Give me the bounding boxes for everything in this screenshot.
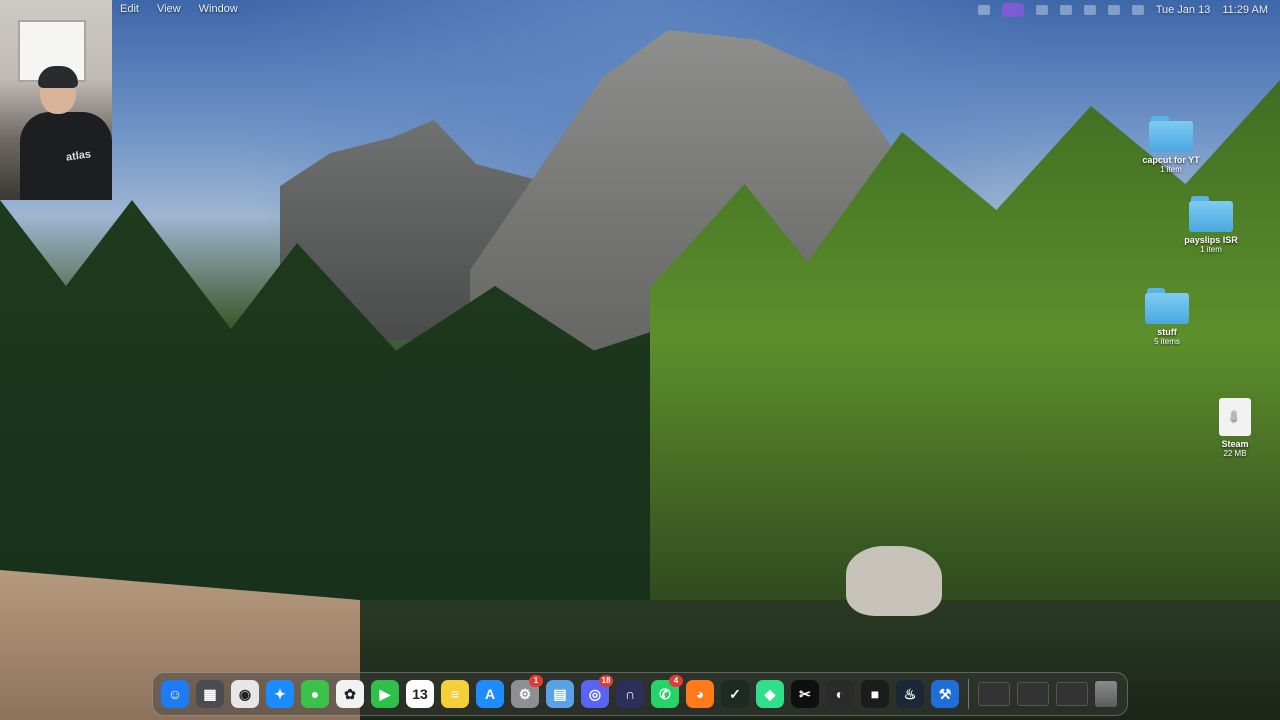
notification-badge: 18 <box>599 675 613 687</box>
recent-window-thumb-1[interactable] <box>978 682 1010 706</box>
desktop-icon-sub: 22 MB <box>1223 449 1247 458</box>
dock-app-icon: ▦ <box>203 685 217 702</box>
dock-app-discord[interactable]: ◎ 18 <box>581 675 613 708</box>
dock: ☺ ▦ ◉ ✦ ● ✿ ▶ 13 ≡ A ⚙ 1 ▤ ◎ 18 ∩ ✆ 4 ◕ ✓ ◆ ✂ ◐ ■ ♨ ⚒ <box>152 672 1128 716</box>
desktop-icon-label: capcut for YT <box>1142 155 1200 165</box>
status-icon-2[interactable] <box>1035 5 1048 15</box>
notification-badge: 1 <box>529 675 543 687</box>
trash-icon[interactable] <box>1095 681 1117 707</box>
dock-app-icon: ◎ <box>588 685 602 702</box>
notification-badge: 4 <box>669 675 683 687</box>
dock-app-finder[interactable]: ☺ <box>161 680 189 708</box>
dock-app-icon: ✦ <box>274 685 286 702</box>
menu-edit[interactable]: Edit <box>120 3 139 15</box>
desktop-icon-sub: 1 item <box>1200 245 1222 254</box>
dock-app-capcut[interactable]: ✂ <box>791 680 819 708</box>
dock-app-icon: ▤ <box>553 685 567 702</box>
desktop-folder-stuff[interactable]: stuff 5 items <box>1122 288 1212 346</box>
menubar-date[interactable]: Tue Jan 13 <box>1156 4 1211 16</box>
dock-app-steam[interactable]: ♨ <box>896 680 924 708</box>
desktop-wallpaper <box>0 0 1280 720</box>
menu-view[interactable]: View <box>157 3 181 15</box>
dock-app-launchpad[interactable]: ▦ <box>196 680 224 708</box>
dock-app-cursor[interactable]: ◆ <box>756 680 784 708</box>
dock-app-system-settings[interactable]: ⚙ 1 <box>511 675 543 708</box>
dock-app-icon: ◆ <box>764 685 776 702</box>
dock-app-icon: 13 <box>412 686 428 702</box>
dock-app-icon: ✆ <box>659 685 671 702</box>
folder-icon <box>1145 288 1189 324</box>
folder-icon <box>1149 116 1193 152</box>
desktop-icon-label: Steam <box>1221 439 1249 449</box>
status-icon-3[interactable] <box>1059 5 1072 15</box>
dock-app-icon: ✓ <box>729 685 741 702</box>
desktop-icon-sub: 5 items <box>1154 337 1180 346</box>
desktop-steam-dmg[interactable]: Steam 22 MB <box>1190 398 1280 458</box>
dock-app-icon: ● <box>310 686 320 702</box>
dock-app-whatsapp[interactable]: ✆ 4 <box>651 675 683 708</box>
battery-icon[interactable] <box>1131 5 1144 15</box>
dock-app-icon: ◉ <box>238 685 252 702</box>
desktop-icon-label: stuff <box>1157 327 1177 337</box>
dock-app-icon: ♨ <box>903 685 917 702</box>
disk-image-icon <box>1219 398 1251 436</box>
dock-app-icon: ⚙ <box>518 685 532 702</box>
dock-app-xcode-tool[interactable]: ⚒ <box>931 680 959 708</box>
dock-app-icon: ✿ <box>344 685 356 702</box>
status-icon-4[interactable] <box>1083 5 1096 15</box>
dock-app-facetime[interactable]: ▶ <box>371 680 399 708</box>
dock-app-capcut-helper[interactable]: ✓ <box>721 680 749 708</box>
recent-window-thumb-2[interactable] <box>1017 682 1049 706</box>
dock-app-icon: ▶ <box>379 685 391 702</box>
menubar-time[interactable]: 11:29 AM <box>1222 4 1268 16</box>
dock-app-photos[interactable]: ✿ <box>336 680 364 708</box>
menu-status-area: Tue Jan 13 11:29 AM <box>977 3 1268 17</box>
desktop-folder-payslips[interactable]: payslips ISR 1 item <box>1166 196 1256 254</box>
desktop-icon-sub: 1 item <box>1160 165 1182 174</box>
menu-left: Edit View Window <box>120 3 238 15</box>
dock-app-firefox[interactable]: ◕ <box>686 680 714 708</box>
status-icon-5[interactable] <box>1107 5 1120 15</box>
dock-app-notes[interactable]: ≡ <box>441 680 469 708</box>
status-icon-1[interactable] <box>977 5 990 15</box>
dock-app-icon: ⚒ <box>938 685 952 702</box>
dock-app-icon: ✂ <box>799 685 811 702</box>
dock-app-messages[interactable]: ● <box>301 680 329 708</box>
dock-app-calendar[interactable]: 13 <box>406 680 434 708</box>
dock-app-icon: A <box>484 686 496 702</box>
desktop-icon-label: payslips ISR <box>1184 235 1238 245</box>
dock-app-app-store[interactable]: A <box>476 680 504 708</box>
recent-window-thumb-3[interactable] <box>1056 682 1088 706</box>
menu-window[interactable]: Window <box>199 3 238 15</box>
screen-recording-icon[interactable] <box>1001 3 1024 17</box>
menu-bar: Edit View Window Tue Jan 13 11:29 AM <box>0 0 1280 20</box>
dock-app-icon: ◐ <box>835 686 845 702</box>
dock-app-minecraft[interactable]: ■ <box>861 680 889 708</box>
dock-app-icon: ◕ <box>695 686 705 702</box>
dock-app-obs[interactable]: ◐ <box>826 680 854 708</box>
wallpaper-boulder <box>846 546 942 616</box>
dock-app-icon: ☺ <box>167 686 183 702</box>
dock-app-icon: ■ <box>870 686 880 702</box>
dock-apps: ☺ ▦ ◉ ✦ ● ✿ ▶ 13 ≡ A ⚙ 1 ▤ ◎ 18 ∩ ✆ 4 ◕ ✓ ◆ ✂ ◐ ■ ♨ ⚒ <box>161 675 959 708</box>
dock-app-icon: ≡ <box>450 686 460 702</box>
webcam-overlay: atlas <box>0 0 112 200</box>
dock-app-arc[interactable]: ∩ <box>616 680 644 708</box>
dock-app-icon: ∩ <box>624 686 636 702</box>
webcam-person-beanie <box>38 66 78 88</box>
dock-app-chrome[interactable]: ◉ <box>231 680 259 708</box>
dock-app-safari[interactable]: ✦ <box>266 680 294 708</box>
folder-icon <box>1189 196 1233 232</box>
dock-app-preview[interactable]: ▤ <box>546 680 574 708</box>
desktop-folder-capcut[interactable]: capcut for YT 1 item <box>1126 116 1216 174</box>
dock-separator <box>968 679 969 709</box>
